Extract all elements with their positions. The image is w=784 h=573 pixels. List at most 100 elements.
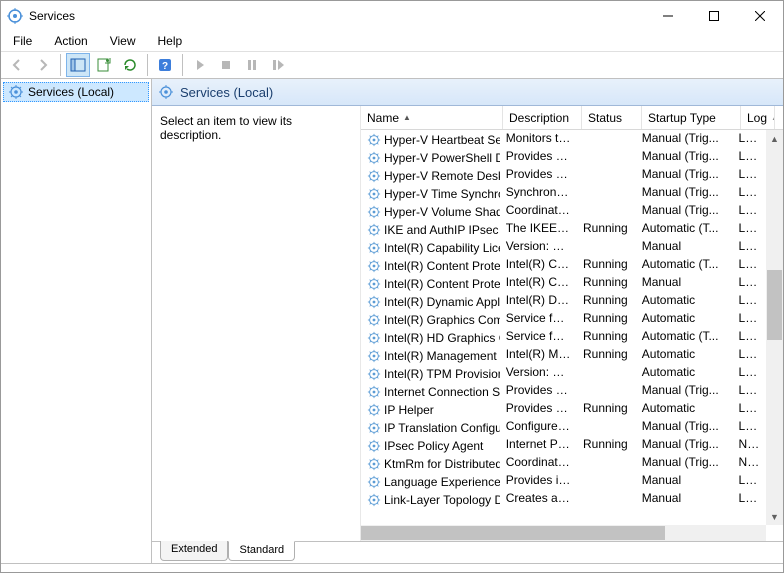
service-status-cell: Running xyxy=(577,346,636,364)
scrollbar-thumb[interactable] xyxy=(767,270,782,340)
table-row[interactable]: Language Experience ServiceProvides inf.… xyxy=(361,472,766,490)
pause-service-button[interactable] xyxy=(240,53,264,77)
table-row[interactable]: Link-Layer Topology Discov...Creates a N… xyxy=(361,490,766,508)
refresh-button[interactable] xyxy=(118,53,142,77)
service-desc-cell: Provides ne... xyxy=(500,382,577,400)
restart-service-button[interactable] xyxy=(266,53,290,77)
service-status-cell xyxy=(577,166,636,184)
back-button[interactable] xyxy=(5,53,29,77)
gear-icon xyxy=(367,313,381,327)
service-name-cell: Intel(R) TPM Provisioning S... xyxy=(361,364,500,382)
table-row[interactable]: Intel(R) Graphics Command...Service for … xyxy=(361,310,766,328)
table-row[interactable]: IKE and AuthIP IPsec Keying...The IKEEXT… xyxy=(361,220,766,238)
service-desc-cell: Intel(R) Dyn... xyxy=(500,292,577,310)
menu-action[interactable]: Action xyxy=(46,32,95,50)
service-startup-cell: Manual (Trig... xyxy=(636,130,733,148)
table-row[interactable]: Hyper-V Volume Shadow C...Coordinates...… xyxy=(361,202,766,220)
minimize-button[interactable] xyxy=(645,1,691,31)
service-desc-cell: Provides a p... xyxy=(500,166,577,184)
rows-viewport[interactable]: Hyper-V Heartbeat ServiceMonitors th...M… xyxy=(361,130,766,525)
service-status-cell: Running xyxy=(577,436,636,454)
service-startup-cell: Manual (Trig... xyxy=(636,418,733,436)
service-desc-cell: Configures ... xyxy=(500,418,577,436)
close-button[interactable] xyxy=(737,1,783,31)
service-status-cell: Running xyxy=(577,220,636,238)
scroll-down-icon[interactable]: ▼ xyxy=(766,508,783,525)
export-list-button[interactable] xyxy=(92,53,116,77)
service-startup-cell: Automatic xyxy=(636,400,733,418)
gear-icon xyxy=(367,385,381,399)
table-row[interactable]: Intel(R) Content Protection ...Intel(R) … xyxy=(361,274,766,292)
table-row[interactable]: KtmRm for Distributed Tran...Coordinates… xyxy=(361,454,766,472)
column-header-status[interactable]: Status xyxy=(582,106,642,129)
gear-icon xyxy=(367,205,381,219)
show-hide-tree-button[interactable] xyxy=(66,53,90,77)
table-row[interactable]: IP HelperProvides tu...RunningAutomaticL… xyxy=(361,400,766,418)
horizontal-scrollbar[interactable] xyxy=(361,525,766,541)
maximize-button[interactable] xyxy=(691,1,737,31)
tab-standard[interactable]: Standard xyxy=(228,541,295,561)
service-logon-cell: Loca xyxy=(733,274,766,292)
stop-service-button[interactable] xyxy=(214,53,238,77)
service-logon-cell: Loca xyxy=(733,148,766,166)
service-desc-cell: The IKEEXT ... xyxy=(500,220,577,238)
services-list: Name▲ Description Status Startup Type Lo… xyxy=(361,106,783,541)
start-service-button[interactable] xyxy=(188,53,212,77)
service-startup-cell: Manual (Trig... xyxy=(636,202,733,220)
service-logon-cell: Loca xyxy=(733,328,766,346)
table-row[interactable]: Intel(R) Dynamic Applicatio...Intel(R) D… xyxy=(361,292,766,310)
service-status-cell: Running xyxy=(577,256,636,274)
vertical-scrollbar[interactable]: ▲ ▼ xyxy=(766,130,783,525)
menu-help[interactable]: Help xyxy=(150,32,191,50)
menu-file[interactable]: File xyxy=(5,32,40,50)
tree-item-label: Services (Local) xyxy=(28,85,114,99)
table-row[interactable]: IPsec Policy AgentInternet Pro...Running… xyxy=(361,436,766,454)
service-status-cell: Running xyxy=(577,400,636,418)
service-startup-cell: Automatic xyxy=(636,346,733,364)
service-logon-cell: Loca xyxy=(733,382,766,400)
table-row[interactable]: Internet Connection Sharin...Provides ne… xyxy=(361,382,766,400)
forward-button[interactable] xyxy=(31,53,55,77)
service-desc-cell: Provides a ... xyxy=(500,148,577,166)
service-startup-cell: Automatic xyxy=(636,364,733,382)
column-header-logon[interactable]: Log▲ xyxy=(741,106,775,129)
table-row[interactable]: IP Translation Configuration...Configure… xyxy=(361,418,766,436)
gear-icon xyxy=(367,241,381,255)
service-startup-cell: Manual (Trig... xyxy=(636,166,733,184)
table-row[interactable]: Intel(R) HD Graphics Contro...Service fo… xyxy=(361,328,766,346)
column-header-description[interactable]: Description xyxy=(503,106,582,129)
view-tabs: Extended Standard xyxy=(152,541,783,563)
column-header-name[interactable]: Name▲ xyxy=(361,106,503,129)
gear-icon xyxy=(367,439,381,453)
services-window: Services File Action View Help ? Service… xyxy=(0,0,784,573)
service-logon-cell: Netv xyxy=(733,436,766,454)
table-row[interactable]: Hyper-V Heartbeat ServiceMonitors th...M… xyxy=(361,130,766,148)
table-row[interactable]: Intel(R) Capability Licensing...Version:… xyxy=(361,238,766,256)
table-row[interactable]: Hyper-V Remote Desktop Vi...Provides a p… xyxy=(361,166,766,184)
table-row[interactable]: Hyper-V PowerShell Direct ...Provides a … xyxy=(361,148,766,166)
table-row[interactable]: Intel(R) Content Protection ...Intel(R) … xyxy=(361,256,766,274)
service-name-cell: KtmRm for Distributed Tran... xyxy=(361,454,500,472)
menu-view[interactable]: View xyxy=(102,32,144,50)
service-startup-cell: Automatic (T... xyxy=(636,328,733,346)
tab-extended[interactable]: Extended xyxy=(160,541,228,561)
table-row[interactable]: Hyper-V Time Synchronizati...Synchronize… xyxy=(361,184,766,202)
service-name-cell: IP Translation Configuration... xyxy=(361,418,500,436)
service-startup-cell: Manual (Trig... xyxy=(636,184,733,202)
tree-item-services-local[interactable]: Services (Local) xyxy=(3,82,149,102)
gear-icon xyxy=(367,295,381,309)
titlebar[interactable]: Services xyxy=(1,1,783,31)
table-row[interactable]: Intel(R) Management and S...Intel(R) Ma.… xyxy=(361,346,766,364)
service-logon-cell: Loca xyxy=(733,292,766,310)
service-name-cell: Hyper-V Remote Desktop Vi... xyxy=(361,166,500,184)
table-row[interactable]: Intel(R) TPM Provisioning S...Version: 1… xyxy=(361,364,766,382)
help-button[interactable]: ? xyxy=(153,53,177,77)
content-area: Select an item to view its description. … xyxy=(152,106,783,541)
column-header-startup[interactable]: Startup Type xyxy=(642,106,741,129)
header-band: Services (Local) xyxy=(152,79,783,106)
scrollbar-thumb[interactable] xyxy=(361,526,665,540)
scroll-up-icon[interactable]: ▲ xyxy=(766,130,783,147)
service-logon-cell: Loca xyxy=(733,364,766,382)
gear-icon xyxy=(158,84,174,100)
service-name-cell: Intel(R) Graphics Command... xyxy=(361,310,500,328)
